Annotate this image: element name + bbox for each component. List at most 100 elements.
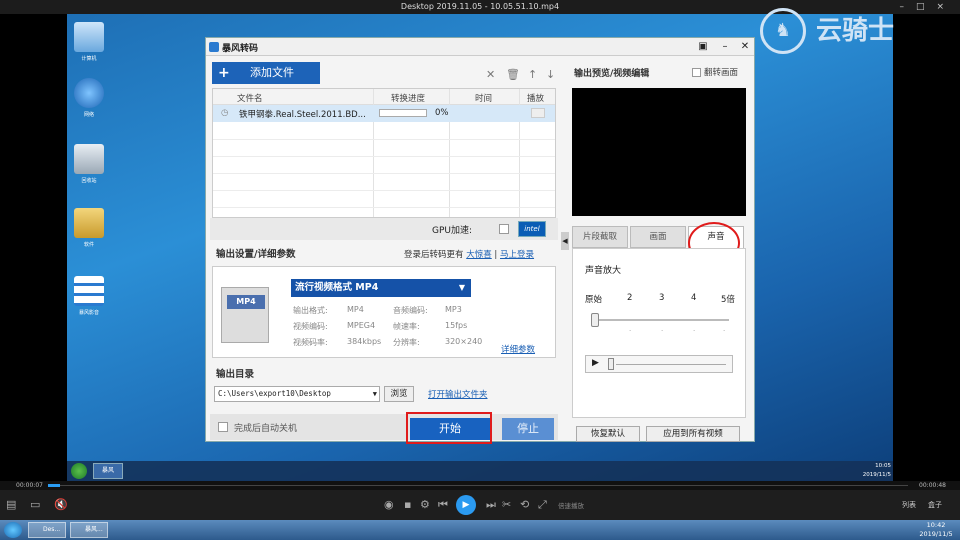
move-up-icon[interactable]: ↑ bbox=[528, 68, 537, 81]
desktop-icon-computer[interactable]: 计算机 bbox=[69, 22, 109, 62]
file-list: 文件名 转换进度 时间 播放 ◷ 铁甲钢拳.Real.Steel.2011.BD… bbox=[212, 88, 556, 218]
record-icon[interactable]: ▪ bbox=[404, 498, 411, 511]
amplify-slider-thumb[interactable] bbox=[591, 313, 599, 327]
next-icon[interactable]: ⏭ bbox=[486, 498, 496, 512]
play-file-icon[interactable] bbox=[531, 108, 545, 118]
format-box: MP4 流行视频格式 MP4 ▼ 输出格式: MP4 音频编码: MP3 视频编码… bbox=[212, 266, 556, 358]
converter-window: 暴风转码 ▣ – ✕ + 添加文件 ✕ 🗑 ↑ ↓ 文件名 转换进度 时间 播放 … bbox=[205, 37, 755, 444]
storm-player-icon bbox=[74, 276, 104, 306]
open-output-folder-link[interactable]: 打开输出文件夹 bbox=[428, 388, 488, 400]
host-clock: 10:42 2019/11/5 bbox=[919, 521, 953, 538]
taskbar-storm-app[interactable]: 暴风... bbox=[70, 522, 108, 538]
host-taskbar: Des... 暴风... 10:42 2019/11/5 bbox=[0, 520, 960, 540]
menu-icon[interactable]: ▤ bbox=[6, 498, 16, 511]
output-dir-input[interactable]: C:\Users\export10\Desktop ▼ bbox=[214, 386, 380, 402]
windows-start-icon[interactable] bbox=[71, 463, 87, 479]
taskbar-desktop-app[interactable]: Des... bbox=[28, 522, 66, 538]
add-files-button[interactable]: + 添加文件 bbox=[212, 62, 320, 84]
mp4-badge: MP4 bbox=[227, 295, 265, 309]
plus-icon: + bbox=[218, 65, 230, 81]
trash-icon[interactable]: 🗑 bbox=[506, 68, 520, 81]
browse-button[interactable]: 浏览 bbox=[384, 386, 414, 402]
audio-seek-track[interactable] bbox=[616, 364, 726, 365]
col-play[interactable]: 播放 bbox=[527, 92, 544, 104]
network-icon bbox=[74, 78, 104, 108]
video-preview bbox=[572, 88, 746, 216]
chevron-down-icon[interactable]: ▼ bbox=[373, 387, 377, 401]
param-resolution: 320×240 bbox=[445, 337, 483, 346]
amp-tick: 4 bbox=[691, 293, 697, 303]
audio-seek-thumb[interactable] bbox=[608, 358, 614, 370]
settings-icon[interactable]: ⚙ bbox=[420, 498, 430, 511]
desktop-icon-network[interactable]: 网络 bbox=[69, 78, 109, 118]
remove-icon[interactable]: ✕ bbox=[486, 68, 495, 81]
close-icon[interactable]: ✕ bbox=[738, 40, 752, 53]
format-select[interactable]: 流行视频格式 MP4 ▼ bbox=[291, 279, 471, 297]
menu-icon[interactable]: ▣ bbox=[696, 40, 710, 53]
gpu-checkbox[interactable] bbox=[499, 224, 509, 234]
collapse-arrow-icon[interactable]: ◀ bbox=[561, 232, 569, 250]
mute-icon[interactable]: 🔇 bbox=[54, 498, 68, 511]
inner-taskbar-app[interactable]: 暴风 bbox=[93, 463, 123, 479]
param-audio-codec: MP3 bbox=[445, 305, 462, 314]
total-time: 00:00:48 bbox=[919, 482, 946, 489]
play-icon[interactable]: ▶ bbox=[592, 358, 599, 368]
app-title: 暴风转码 bbox=[222, 44, 259, 54]
param-framerate: 15fps bbox=[445, 321, 468, 330]
detail-params-link[interactable]: 详细参数 bbox=[501, 343, 535, 355]
repeat-icon[interactable]: ⟲ bbox=[520, 498, 529, 511]
watermark: ♞ 云骑士 bbox=[760, 2, 960, 60]
big-surprise-link[interactable]: 大惊喜 bbox=[466, 250, 492, 260]
file-name: 铁甲钢拳.Real.Steel.2011.BD... bbox=[239, 110, 366, 120]
login-now-link[interactable]: 马上登录 bbox=[500, 250, 534, 260]
seek-track[interactable] bbox=[48, 485, 908, 486]
table-row[interactable]: ◷ 铁甲钢拳.Real.Steel.2011.BD... 0% bbox=[213, 105, 555, 122]
fullscreen-icon[interactable]: ⤢ bbox=[538, 498, 547, 512]
param-video-codec: MPEG4 bbox=[347, 321, 376, 330]
amp-tick: 3 bbox=[659, 293, 665, 303]
col-name[interactable]: 文件名 bbox=[237, 92, 263, 104]
move-down-icon[interactable]: ↓ bbox=[546, 68, 555, 81]
play-button[interactable]: ▶ bbox=[456, 495, 476, 515]
current-time: 00:00:07 bbox=[16, 482, 43, 489]
folder-icon[interactable]: ▭ bbox=[30, 498, 40, 511]
auto-shutdown-label: 完成后自动关机 bbox=[234, 424, 298, 434]
col-progress[interactable]: 转换进度 bbox=[391, 92, 425, 104]
speed-control[interactable]: 倍速播放 bbox=[558, 500, 584, 510]
flip-label: 翻转画面 bbox=[704, 68, 739, 78]
tab-picture[interactable]: 画面 bbox=[630, 226, 686, 248]
tab-clip[interactable]: 片段截取 bbox=[572, 226, 628, 248]
apply-all-button[interactable]: 应用到所有视频 bbox=[646, 426, 740, 442]
reset-default-button[interactable]: 恢复默认 bbox=[576, 426, 640, 442]
col-time[interactable]: 时间 bbox=[475, 92, 492, 104]
login-promo: 登录后转码更有 大惊喜 | 马上登录 bbox=[404, 250, 535, 260]
windows-start-icon[interactable] bbox=[4, 522, 22, 538]
box-button[interactable]: 盒子 bbox=[928, 500, 942, 510]
output-settings-title: 输出设置/详细参数 bbox=[216, 249, 296, 260]
audio-preview-player[interactable]: ▶ bbox=[585, 355, 733, 373]
eye-icon[interactable]: ◉ bbox=[384, 498, 394, 511]
amp-tick: 原始 bbox=[585, 295, 603, 305]
minimize-icon[interactable]: – bbox=[718, 40, 732, 53]
sound-panel: 声音放大 原始 2 3 4 5倍 · · · · ▶ bbox=[572, 248, 746, 418]
action-bar: 完成后自动关机 开始 停止 bbox=[210, 412, 558, 444]
folder-icon bbox=[74, 208, 104, 238]
playlist-button[interactable]: 列表 bbox=[902, 500, 916, 510]
app-title-bar: 暴风转码 ▣ – ✕ bbox=[206, 38, 754, 56]
recycle-bin-icon bbox=[74, 144, 104, 174]
left-panel: + 添加文件 ✕ 🗑 ↑ ↓ 文件名 转换进度 时间 播放 ◷ 铁甲钢拳.Real… bbox=[210, 60, 558, 444]
stop-button[interactable]: 停止 bbox=[502, 418, 554, 440]
prev-icon[interactable]: ⏮ bbox=[438, 498, 448, 512]
desktop-icon-recycle[interactable]: 回收站 bbox=[69, 144, 109, 184]
amplify-slider-track[interactable] bbox=[595, 319, 729, 321]
desktop-icon-storm[interactable]: 暴风影音 bbox=[69, 276, 109, 316]
amp-tick: 2 bbox=[627, 293, 633, 303]
amp-tick: 5倍 bbox=[721, 295, 735, 305]
desktop-icon-software[interactable]: 软件 bbox=[69, 208, 109, 248]
auto-shutdown-checkbox[interactable] bbox=[218, 422, 228, 432]
scissors-icon[interactable]: ✂ bbox=[502, 498, 511, 511]
flip-checkbox[interactable] bbox=[692, 68, 701, 77]
player-seek-bar[interactable]: 00:00:07 00:00:48 bbox=[0, 481, 960, 490]
intel-icon: intel bbox=[518, 221, 546, 237]
player-controls: ▤ ▭ 🔇 ◉ ▪ ⚙ ⏮ ▶ ⏭ ✂ ⟲ ⤢ 倍速播放 列表 盒子 bbox=[0, 490, 960, 520]
